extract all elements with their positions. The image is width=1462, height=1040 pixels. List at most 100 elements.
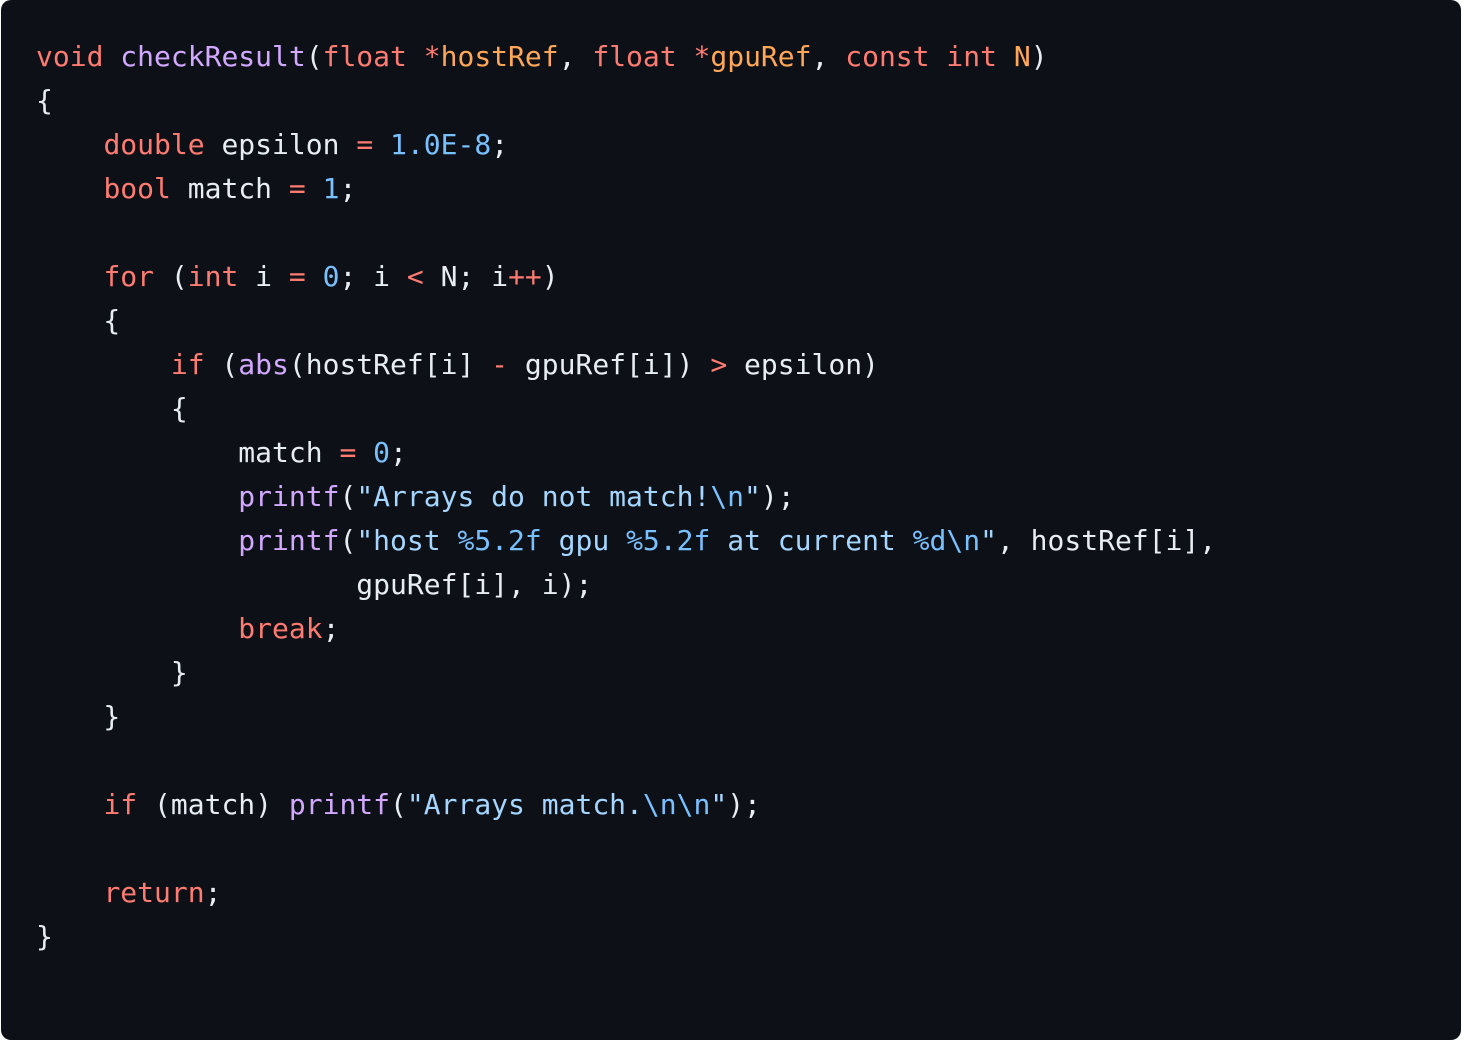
code-token-plain: (: [154, 260, 188, 293]
code-token-string: at current: [710, 524, 913, 557]
code-token-plain: ;: [204, 876, 222, 909]
code-token-keyword: return: [103, 876, 205, 909]
code-line: ​: [36, 739, 1216, 783]
code-token-plain: ,: [811, 40, 846, 73]
code-line: gpuRef[i], i);: [36, 563, 1216, 607]
code-token-plain: gpuRef[i], i);: [36, 568, 593, 601]
code-token-function: printf: [288, 788, 391, 821]
code-token-number: \n\n: [642, 788, 711, 821]
code-token-plain: (: [339, 524, 357, 557]
code-line: if (abs(hostRef[i] - gpuRef[i]) > epsilo…: [36, 343, 1216, 387]
code-token-plain: (: [390, 788, 407, 821]
code-token-plain: {: [36, 392, 188, 425]
code-token-function: abs: [238, 348, 289, 381]
code-token-string: ": [710, 788, 728, 821]
code-token-keyword: const: [845, 40, 930, 73]
code-token-plain: ;: [390, 436, 407, 469]
code-line: {: [36, 79, 1216, 123]
code-token-number: 1: [322, 172, 340, 205]
code-token-plain: (hostRef[i]: [288, 348, 492, 381]
code-token-operator: >: [710, 348, 728, 381]
code-token-operator: =: [356, 128, 374, 161]
code-token-keyword: break: [238, 612, 323, 645]
code-token-plain: match: [36, 436, 340, 469]
code-token-number: %d: [912, 524, 947, 557]
code-token-string: "Arrays do not match!: [356, 480, 711, 513]
code-line: break;: [36, 607, 1216, 651]
code-token-plain: , hostRef[i],: [996, 524, 1217, 557]
code-token-plain: }: [36, 920, 53, 953]
code-token-plain: );: [727, 788, 761, 821]
code-line: }: [36, 651, 1216, 695]
code-token-plain: ;: [322, 612, 340, 645]
code-token-keyword: double: [103, 128, 205, 161]
code-token-function: printf: [238, 480, 340, 513]
code-token-plain: ): [1030, 40, 1048, 73]
code-line: }: [36, 695, 1216, 739]
code-token-string: gpu: [541, 524, 627, 557]
code-token-keyword: if: [170, 348, 205, 381]
code-token-operator: ++: [508, 260, 542, 293]
code-token-plain: gpuRef[i]): [508, 348, 711, 381]
code-line: if (match) printf("Arrays match.\n\n");: [36, 783, 1216, 827]
code-token-plain: ;: [491, 128, 509, 161]
code-token-plain: (: [339, 480, 357, 513]
code-token-plain: ,: [558, 40, 593, 73]
code-token-keyword: if: [103, 788, 138, 821]
code-token-keyword: int: [946, 40, 997, 73]
code-token-number: 0: [322, 260, 340, 293]
code-token-plain: }: [36, 656, 188, 689]
code-token-keyword: float: [592, 40, 677, 73]
code-token-plain: ; i: [339, 260, 407, 293]
code-token-parameter: N: [1013, 40, 1031, 73]
code-line: printf("Arrays do not match!\n");: [36, 475, 1216, 519]
code-token-plain: epsilon: [204, 128, 357, 161]
code-token-plain: (: [305, 40, 323, 73]
code-token-keyword: int: [187, 260, 239, 293]
code-token-number: %5.2f: [626, 524, 711, 557]
code-token-string: ": [744, 480, 761, 513]
code-token-plain: {: [36, 304, 121, 337]
code-token-function: printf: [238, 524, 340, 557]
code-token-string: "host: [356, 524, 458, 557]
code-token-plain: }: [36, 700, 121, 733]
code-token-plain: {: [36, 84, 53, 117]
code-token-operator: *: [423, 40, 441, 73]
code-token-plain: ;: [339, 172, 357, 205]
code-line: {: [36, 299, 1216, 343]
code-token-function: checkResult: [120, 40, 306, 73]
code-token-operator: *: [693, 40, 711, 73]
code-token-operator: =: [339, 436, 357, 469]
code-token-plain: );: [760, 480, 795, 513]
code-token-keyword: bool: [103, 172, 171, 205]
code-token-number: \n: [946, 524, 981, 557]
code-token-plain: epsilon): [727, 348, 879, 381]
code-block[interactable]: void checkResult(float *hostRef, float *…: [36, 35, 1216, 959]
code-line: void checkResult(float *hostRef, float *…: [36, 35, 1216, 79]
code-line: {: [36, 387, 1216, 431]
code-token-number: \n: [710, 480, 745, 513]
code-token-plain: (match): [137, 788, 289, 821]
code-token-number: 0: [373, 436, 391, 469]
code-token-keyword: for: [103, 260, 155, 293]
code-token-operator: =: [288, 260, 306, 293]
code-token-plain: N; i: [423, 260, 509, 293]
code-token-number: %5.2f: [457, 524, 542, 557]
code-token-parameter: gpuRef: [710, 40, 812, 73]
code-token-string: ": [980, 524, 997, 557]
code-token-parameter: hostRef: [440, 40, 559, 73]
